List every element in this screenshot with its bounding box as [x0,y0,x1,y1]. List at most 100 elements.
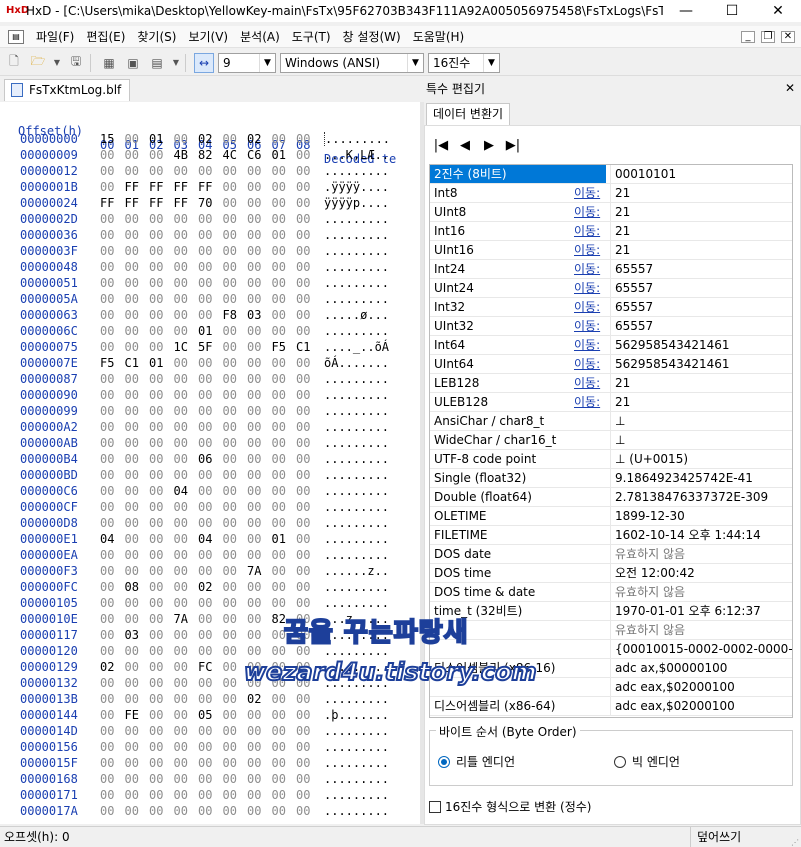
hex-byte[interactable]: 00 [100,724,125,738]
hex-byte[interactable]: 00 [247,468,272,482]
hex-byte[interactable]: 1C [174,340,199,354]
close-icon[interactable]: ✕ [785,81,795,95]
hex-byte[interactable]: 00 [100,644,125,658]
hex-row[interactable]: 00000000 15 00 01 00 02 00 02 00 00......... [0,132,420,148]
hex-byte[interactable]: FF [198,180,223,194]
hex-byte[interactable]: 00 [223,404,248,418]
hex-byte[interactable]: 00 [272,484,297,498]
row-decoded-text[interactable]: ......... [324,436,389,450]
hex-byte[interactable]: 00 [247,788,272,802]
hex-row[interactable]: 0000013B 00 00 00 00 00 00 02 00 00......... [0,692,420,708]
hex-byte[interactable]: 00 [223,516,248,530]
hex-byte[interactable]: 00 [296,452,321,466]
row-decoded-text[interactable]: ......... [324,324,389,338]
hex-byte[interactable]: 00 [125,308,150,322]
inspector-value[interactable]: 21 [610,184,792,202]
hex-byte[interactable]: 01 [149,132,174,146]
hex-byte[interactable]: 00 [223,740,248,754]
hex-byte[interactable]: 00 [223,484,248,498]
hex-byte[interactable]: 00 [247,404,272,418]
hex-byte[interactable]: F8 [223,308,248,322]
hex-byte[interactable]: 00 [223,772,248,786]
inspector-value[interactable]: ⊥ [610,431,792,449]
hex-byte[interactable]: 00 [296,164,321,178]
hex-byte[interactable]: 00 [296,180,321,194]
hex-byte[interactable]: 00 [272,132,297,146]
hex-byte[interactable]: 00 [125,788,150,802]
hex-byte[interactable]: 00 [174,548,199,562]
hex-byte[interactable]: 00 [198,516,223,530]
hex-row[interactable]: 0000007E F5 C1 01 00 00 00 00 00 00 õÁ....... [0,356,420,372]
inspector-row[interactable]: time_t (32비트) 1970-01-01 오후 6:12:37 [430,602,792,621]
row-decoded-text[interactable]: ......... [324,164,389,178]
mdi-restore-button[interactable]: ❐ [761,30,775,43]
inspector-row[interactable]: Int16 이동: 21 [430,222,792,241]
hex-byte[interactable]: 00 [247,228,272,242]
inspector-row[interactable]: 유효하지 않음 [430,621,792,640]
inspector-row[interactable]: DOS date 유효하지 않음 [430,545,792,564]
row-bytes[interactable]: 00 00 00 00 00 00 02 00 00 [100,692,321,706]
hex-byte[interactable]: 00 [247,420,272,434]
hex-byte[interactable]: 00 [247,276,272,290]
hex-row[interactable]: 00000129 02 00 00 00 FC 00 00 00 00......... [0,660,420,676]
hex-byte[interactable]: 00 [125,276,150,290]
hex-byte[interactable]: 00 [272,628,297,642]
hex-byte[interactable]: 00 [174,596,199,610]
row-decoded-text[interactable]: ......... [324,404,389,418]
hex-byte[interactable]: 00 [125,452,150,466]
hex-byte[interactable]: 00 [223,452,248,466]
hex-byte[interactable]: 00 [100,500,125,514]
row-bytes[interactable]: 00 00 00 00 00 00 00 00 00 [100,804,321,818]
offset-base-select[interactable]: 16진수 ▼ [428,52,500,73]
little-endian-radio[interactable]: 리틀 엔디언 [438,753,515,770]
row-decoded-text[interactable]: ......... [324,676,389,690]
hex-byte[interactable]: 00 [100,388,125,402]
hex-byte[interactable]: 00 [223,228,248,242]
hex-byte[interactable]: 00 [174,212,199,226]
row-decoded-text[interactable]: ......... [324,452,389,466]
hex-byte[interactable]: 08 [125,580,150,594]
hex-byte[interactable]: 00 [223,244,248,258]
row-bytes[interactable]: 00 00 00 4B 82 4C C6 01 00 [100,148,321,162]
hex-byte[interactable]: 00 [198,308,223,322]
hex-byte[interactable]: 00 [272,788,297,802]
inspector-value[interactable]: {00010015-0002-0002-0000-00 [610,640,792,658]
hex-byte[interactable]: 00 [247,356,272,370]
hex-byte[interactable]: 00 [149,740,174,754]
hex-byte[interactable]: 00 [149,404,174,418]
row-decoded-text[interactable]: ......... [324,772,389,786]
hex-byte[interactable]: 00 [198,500,223,514]
hex-byte[interactable]: 02 [247,132,272,146]
disk-icon[interactable]: ▦ [99,53,119,73]
hex-byte[interactable]: 00 [198,212,223,226]
hex-byte[interactable]: 00 [296,756,321,770]
hex-byte[interactable]: 00 [296,388,321,402]
hex-byte[interactable]: 00 [125,596,150,610]
hex-byte[interactable]: 00 [272,740,297,754]
hex-byte[interactable]: 00 [100,324,125,338]
hex-byte[interactable]: 00 [149,228,174,242]
last-icon[interactable]: ▶| [505,138,521,153]
tab-fstxktmlog[interactable]: FsTxKtmLog.blf [4,79,131,101]
inspector-value[interactable]: adc eax,$02000100 [610,697,792,715]
minimize-button[interactable]: — [663,0,709,22]
hex-byte[interactable]: C6 [247,148,272,162]
hex-byte[interactable]: 00 [223,708,248,722]
goto-link[interactable]: 이동: [574,203,600,221]
row-decoded-text[interactable]: ......... [324,212,389,226]
row-decoded-text[interactable]: ......... [324,516,389,530]
hex-byte[interactable]: 00 [198,676,223,690]
row-decoded-text[interactable]: õÁ....... [324,356,389,370]
hex-byte[interactable]: 00 [198,388,223,402]
hex-byte[interactable]: 00 [198,628,223,642]
inspector-value[interactable]: 1970-01-01 오후 6:12:37 [610,602,792,620]
inspector-value[interactable]: 유효하지 않음 [610,621,792,639]
hex-byte[interactable]: 00 [174,324,199,338]
hex-byte[interactable]: 00 [125,388,150,402]
hex-byte[interactable]: 00 [149,292,174,306]
inspector-value[interactable]: 오전 12:00:42 [610,564,792,582]
inspector-value[interactable]: 562958543421461 [610,336,792,354]
inspector-row[interactable]: 디스어셈블리 (x86-16) adc ax,$00000100 [430,659,792,678]
hex-byte[interactable]: 00 [125,468,150,482]
row-decoded-text[interactable]: ......... [324,388,389,402]
